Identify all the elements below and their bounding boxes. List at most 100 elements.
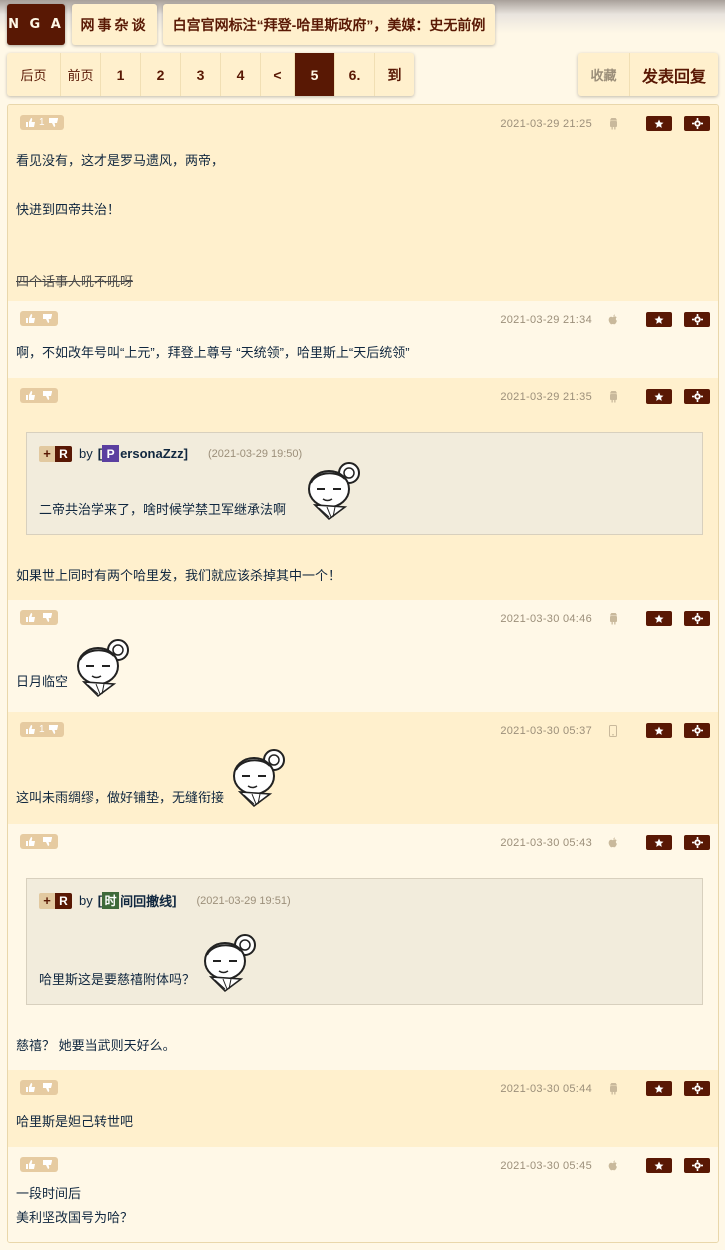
user-avatar: 时 bbox=[102, 892, 120, 909]
reply-ref-icon[interactable]: R bbox=[55, 892, 72, 909]
quote-username-text: ersonaZzz bbox=[120, 446, 184, 461]
quote-username-text: 间回撤线 bbox=[120, 894, 173, 909]
settings-button[interactable] bbox=[684, 312, 710, 327]
quote-time: (2021-03-29 19:51) bbox=[196, 894, 291, 907]
star-icon bbox=[654, 315, 664, 325]
favorite-button[interactable]: 收藏 bbox=[578, 53, 630, 96]
vote-buttons[interactable] bbox=[20, 388, 58, 403]
gear-icon bbox=[691, 1083, 703, 1094]
star-icon bbox=[654, 392, 664, 402]
post-text: 哈里斯是妲己转世吧 bbox=[16, 1114, 134, 1129]
post-text: 这叫未雨绸缪，做好铺垫，无缝衔接 bbox=[16, 790, 225, 805]
quote-header: + R by [时间回撤线] (2021-03-29 19:51) bbox=[39, 891, 291, 910]
star-button[interactable] bbox=[646, 389, 672, 404]
page-5-current[interactable]: 5 bbox=[295, 53, 335, 96]
breadcrumb-forum[interactable]: 网事杂谈 bbox=[72, 4, 157, 45]
page-3-button[interactable]: 3 bbox=[181, 53, 221, 96]
gear-icon bbox=[691, 118, 703, 129]
post-meta: 2021-03-29 21:34 bbox=[500, 311, 710, 328]
post: 2021-03-30 05:43 + R by [时间回撤线] (2021-03… bbox=[8, 824, 718, 1070]
vote-buttons[interactable] bbox=[20, 1080, 58, 1095]
star-button[interactable] bbox=[646, 723, 672, 738]
post-meta: 2021-03-30 05:45 bbox=[500, 1157, 710, 1174]
thread-actions: 收藏 发表回复 bbox=[578, 53, 718, 96]
vote-count: 1 bbox=[39, 117, 45, 128]
reply-ref-icon[interactable]: R bbox=[55, 445, 72, 462]
thumb-down-icon bbox=[43, 613, 52, 622]
star-button[interactable] bbox=[646, 835, 672, 850]
android-icon bbox=[608, 1082, 618, 1095]
sticker-image bbox=[224, 746, 292, 813]
post-meta: 2021-03-29 21:25 bbox=[500, 115, 710, 132]
expand-quote-button[interactable]: + bbox=[39, 445, 55, 462]
vote-buttons[interactable] bbox=[20, 1157, 58, 1172]
page-back-button[interactable]: < bbox=[261, 53, 295, 96]
post-meta: 2021-03-30 05:37 bbox=[500, 722, 710, 739]
settings-button[interactable] bbox=[684, 1158, 710, 1173]
thumb-up-icon bbox=[26, 314, 35, 323]
thumb-up-icon bbox=[26, 837, 35, 846]
post-text: 快进到四帝共治！ bbox=[16, 202, 121, 217]
thumb-up-icon bbox=[26, 1160, 35, 1169]
settings-button[interactable] bbox=[684, 116, 710, 131]
thumb-down-icon bbox=[43, 1083, 52, 1092]
post-meta: 2021-03-29 21:35 bbox=[500, 388, 710, 405]
star-button[interactable] bbox=[646, 1158, 672, 1173]
quote-username[interactable]: [PersonaZzz] bbox=[98, 445, 188, 462]
gear-icon bbox=[691, 391, 703, 402]
vote-buttons[interactable] bbox=[20, 610, 58, 625]
star-button[interactable] bbox=[646, 116, 672, 131]
post-reply-button[interactable]: 发表回复 bbox=[630, 53, 718, 96]
expand-quote-button[interactable]: + bbox=[39, 892, 55, 909]
post-meta: 2021-03-30 05:44 bbox=[500, 1080, 710, 1097]
page-1-button[interactable]: 1 bbox=[101, 53, 141, 96]
settings-button[interactable] bbox=[684, 835, 710, 850]
prev-page-button[interactable]: 前页 bbox=[61, 53, 101, 96]
vote-count: 1 bbox=[39, 724, 45, 735]
post-text: 看见没有，这才是罗马遗风，两帝， bbox=[16, 153, 225, 168]
post-list: 1 2021-03-29 21:25 看见没有，这才是罗马遗风，两帝， 快进到四帝… bbox=[7, 104, 719, 1243]
star-button[interactable] bbox=[646, 611, 672, 626]
gear-icon bbox=[691, 837, 703, 848]
gear-icon bbox=[691, 1160, 703, 1171]
settings-button[interactable] bbox=[684, 611, 710, 626]
page-4-button[interactable]: 4 bbox=[221, 53, 261, 96]
sticker-image bbox=[299, 459, 367, 526]
first-page-button[interactable]: 后页 bbox=[7, 53, 61, 96]
vote-buttons[interactable] bbox=[20, 311, 58, 326]
android-icon bbox=[608, 612, 618, 625]
star-button[interactable] bbox=[646, 1081, 672, 1096]
post: 2021-03-29 21:35 + R by [PersonaZzz] (20… bbox=[8, 378, 718, 600]
quote-block: + R by [PersonaZzz] (2021-03-29 19:50) 二… bbox=[26, 432, 703, 535]
quote-by-label: by bbox=[79, 446, 93, 461]
post-meta: 2021-03-30 04:46 bbox=[500, 610, 710, 627]
settings-button[interactable] bbox=[684, 1081, 710, 1096]
thumb-up-icon bbox=[26, 725, 35, 734]
star-icon bbox=[654, 726, 664, 736]
breadcrumb-thread-title[interactable]: 白宫官网标注“拜登-哈里斯政府”，美媒：史无前例 bbox=[163, 4, 495, 45]
quote-username[interactable]: [时间回撤线] bbox=[98, 891, 176, 910]
post-time: 2021-03-29 21:34 bbox=[500, 313, 592, 326]
quote-header: + R by [PersonaZzz] (2021-03-29 19:50) bbox=[39, 445, 302, 462]
post-meta: 2021-03-30 05:43 bbox=[500, 834, 710, 851]
vote-buttons[interactable]: 1 bbox=[20, 722, 64, 737]
vote-buttons[interactable] bbox=[20, 834, 58, 849]
page-6-button[interactable]: 6. bbox=[335, 53, 375, 96]
gear-icon bbox=[691, 314, 703, 325]
settings-button[interactable] bbox=[684, 723, 710, 738]
gear-icon bbox=[691, 725, 703, 736]
pagination: 后页 前页 1 2 3 4 < 5 6. 到 bbox=[7, 53, 414, 96]
quote-time: (2021-03-29 19:50) bbox=[208, 447, 303, 460]
sticker-image bbox=[68, 636, 136, 703]
settings-button[interactable] bbox=[684, 389, 710, 404]
post-text-strikethrough: 四个话事人吼不吼呀 bbox=[16, 274, 134, 289]
goto-page-button[interactable]: 到 bbox=[375, 53, 414, 96]
post-text: 日月临空 bbox=[16, 674, 69, 689]
nga-logo[interactable]: N G A bbox=[7, 4, 65, 45]
star-button[interactable] bbox=[646, 312, 672, 327]
vote-buttons[interactable]: 1 bbox=[20, 115, 64, 130]
page-2-button[interactable]: 2 bbox=[141, 53, 181, 96]
thumb-down-icon bbox=[48, 118, 58, 127]
thumb-down-icon bbox=[43, 837, 52, 846]
thumb-down-icon bbox=[43, 314, 52, 323]
